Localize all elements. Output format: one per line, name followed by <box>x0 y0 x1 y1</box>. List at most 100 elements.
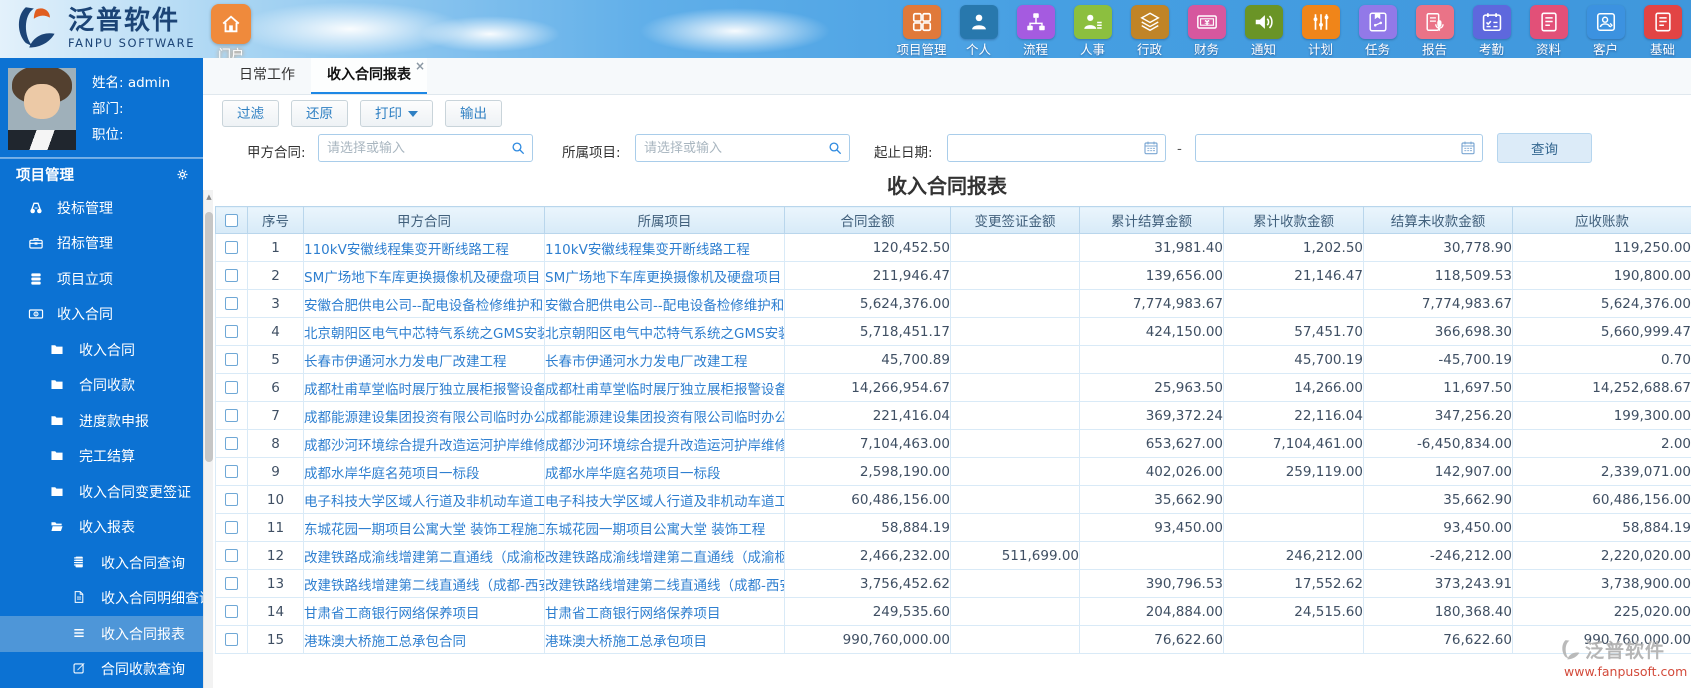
cell-amount <box>1079 345 1224 374</box>
module-workflow-button[interactable]: 流程 <box>1007 0 1064 58</box>
print-button[interactable]: 打印 <box>360 100 433 127</box>
cell-project[interactable]: 110kV安徽线程集变开断线路工程 <box>544 233 785 262</box>
gear-icon[interactable] <box>175 167 191 183</box>
sidebar-item-progress-payment[interactable]: 进度款申报 <box>0 403 203 439</box>
module-project-mgmt-button[interactable]: 项目管理 <box>893 0 950 58</box>
tab-income-contract-report[interactable]: 收入合同报表 × <box>311 58 427 94</box>
cell-amount: 5,718,451.17 <box>784 317 951 346</box>
row-checkbox[interactable] <box>225 241 238 254</box>
module-docs-button[interactable]: 资料 <box>1520 0 1577 58</box>
project-label: 所属项目: <box>562 145 621 161</box>
cell-project[interactable]: 安徽合肥供电公司--配电设备检修维护和改造 <box>544 289 785 318</box>
search-icon[interactable] <box>827 140 843 156</box>
row-checkbox[interactable] <box>225 493 238 506</box>
module-base-button[interactable]: 基础 <box>1634 0 1691 58</box>
cell-project[interactable]: 成都水岸华庭名苑项目一标段 <box>544 457 785 486</box>
cell-project[interactable]: 北京朝阳区电气中芯特气系统之GMS安装 <box>544 317 785 346</box>
row-checkbox[interactable] <box>225 577 238 590</box>
close-icon[interactable]: × <box>415 60 425 72</box>
party-contract-input[interactable] <box>318 134 533 162</box>
sidebar-item-income-contract[interactable]: 0 收入合同 <box>0 297 203 333</box>
cell-party-contract[interactable]: SM广场地下车库更换摄像机及硬盘项目 <box>303 261 545 290</box>
row-checkbox[interactable] <box>225 633 238 646</box>
row-checkbox[interactable] <box>225 549 238 562</box>
cell-party-contract[interactable]: 长春市伊通河水力发电厂改建工程 <box>303 345 545 374</box>
row-checkbox[interactable] <box>225 269 238 282</box>
sidebar-item-contract-receipt[interactable]: 合同收款 <box>0 368 203 404</box>
sidebar-item-contract-change-visa[interactable]: 收入合同变更签证 <box>0 474 203 510</box>
module-admin-button[interactable]: 行政 <box>1121 0 1178 58</box>
module-personal-button[interactable]: 个人 <box>950 0 1007 58</box>
row-checkbox[interactable] <box>225 325 238 338</box>
project-input[interactable] <box>635 134 850 162</box>
cell-party-contract[interactable]: 北京朝阳区电气中芯特气系统之GMS安装 <box>303 317 545 346</box>
cell-amount: -6,450,834.00 <box>1363 429 1513 458</box>
sidebar-item-contract-receipt-query[interactable]: 合同收款查询 <box>0 652 203 688</box>
scrollbar-thumb[interactable] <box>205 212 213 462</box>
cell-party-contract[interactable]: 改建铁路成渝线增建第二直通线（成渝枢纽） <box>303 541 545 570</box>
cell-project[interactable]: 甘肃省工商银行网络保养项目 <box>544 597 785 626</box>
sidebar-item-income-contract-report[interactable]: 收入合同报表 <box>0 616 203 652</box>
row-checkbox[interactable] <box>225 605 238 618</box>
cell-project[interactable]: 电子科技大学区域人行道及非机动车道工程施工 <box>544 485 785 514</box>
export-button[interactable]: 输出 <box>445 100 502 127</box>
cell-party-contract[interactable]: 成都能源建设集团投资有限公司临时办公场所 <box>303 401 545 430</box>
cell-party-contract[interactable]: 电子科技大学区域人行道及非机动车道工程施工 <box>303 485 545 514</box>
row-checkbox[interactable] <box>225 437 238 450</box>
cell-party-contract[interactable]: 110kV安徽线程集变开断线路工程 <box>303 233 545 262</box>
calendar-icon[interactable] <box>1460 140 1476 156</box>
cell-party-contract[interactable]: 港珠澳大桥施工总承包合同 <box>303 625 545 654</box>
cell-row-number: 7 <box>247 401 304 430</box>
sidebar-item-income-reports[interactable]: 收入报表 <box>0 510 203 546</box>
sidebar-item-income-contract-query[interactable]: 收入合同查询 <box>0 545 203 581</box>
sidebar-item-income-contract-sub[interactable]: 收入合同 <box>0 332 203 368</box>
module-finance-button[interactable]: ¥ 财务 <box>1178 0 1235 58</box>
module-customer-button[interactable]: 客户 <box>1577 0 1634 58</box>
row-checkbox[interactable] <box>225 353 238 366</box>
cell-party-contract[interactable]: 成都沙河环境综合提升改造运河护岸维修改造 <box>303 429 545 458</box>
row-checkbox[interactable] <box>225 297 238 310</box>
cell-project[interactable]: SM广场地下车库更换摄像机及硬盘项目 <box>544 261 785 290</box>
cell-party-contract[interactable]: 安徽合肥供电公司--配电设备检修维护和改造 <box>303 289 545 318</box>
date-end-input[interactable] <box>1195 134 1483 162</box>
restore-button[interactable]: 还原 <box>291 100 348 127</box>
portal-button[interactable]: 门户 <box>208 3 254 58</box>
filter-button[interactable]: 过滤 <box>222 100 279 127</box>
cell-project[interactable]: 长春市伊通河水力发电厂改建工程 <box>544 345 785 374</box>
search-icon[interactable] <box>510 140 526 156</box>
select-all-checkbox[interactable] <box>225 213 238 227</box>
module-notice-button[interactable]: 通知 <box>1235 0 1292 58</box>
cell-project[interactable]: 成都杜甫草堂临时展厅独立展柜报警设备安装 <box>544 373 785 402</box>
cell-party-contract[interactable]: 改建铁路线增建第二线直通线（成都-西安）白 <box>303 569 545 598</box>
row-checkbox[interactable] <box>225 465 238 478</box>
cell-party-contract[interactable]: 甘肃省工商银行网络保养项目 <box>303 597 545 626</box>
cell-amount: 347,256.20 <box>1363 401 1513 430</box>
row-checkbox[interactable] <box>225 409 238 422</box>
cell-project[interactable]: 东城花园一期项目公寓大堂 装饰工程 <box>544 513 785 542</box>
module-task-button[interactable]: 任务 <box>1349 0 1406 58</box>
sidebar-item-bid-mgmt[interactable]: 投标管理 <box>0 190 203 226</box>
scrollbar-up-arrow[interactable]: ▲ <box>204 190 214 204</box>
sidebar-item-income-contract-detail-query[interactable]: 收入合同明细查询 <box>0 581 203 617</box>
cell-party-contract[interactable]: 成都杜甫草堂临时展厅独立展柜报警设备安装 <box>303 373 545 402</box>
cell-project[interactable]: 港珠澳大桥施工总承包项目 <box>544 625 785 654</box>
row-checkbox[interactable] <box>225 521 238 534</box>
cell-project[interactable]: 成都沙河环境综合提升改造运河护岸维修改造 <box>544 429 785 458</box>
cell-party-contract[interactable]: 东城花园一期项目公寓大堂 装饰工程施工 <box>303 513 545 542</box>
cell-party-contract[interactable]: 成都水岸华庭名苑项目一标段 <box>303 457 545 486</box>
cell-project[interactable]: 成都能源建设集团投资有限公司临时办公场所 <box>544 401 785 430</box>
module-hr-button[interactable]: 人事 <box>1064 0 1121 58</box>
query-button[interactable]: 查询 <box>1497 133 1592 163</box>
module-plan-button[interactable]: 计划 <box>1292 0 1349 58</box>
sidebar-item-completion-settlement[interactable]: 完工结算 <box>0 439 203 475</box>
date-start-input[interactable] <box>947 134 1166 162</box>
row-checkbox[interactable] <box>225 381 238 394</box>
module-attendance-button[interactable]: 考勤 <box>1463 0 1520 58</box>
cell-project[interactable]: 改建铁路线增建第二线直通线（成都-西安）白 <box>544 569 785 598</box>
calendar-icon[interactable] <box>1143 140 1159 156</box>
module-report-button[interactable]: 报告 <box>1406 0 1463 58</box>
sidebar-item-project-initiation[interactable]: 项目立项 <box>0 261 203 297</box>
cell-project[interactable]: 改建铁路成渝线增建第二直通线（成渝枢纽） <box>544 541 785 570</box>
tab-daily-work[interactable]: 日常工作 <box>223 58 311 94</box>
sidebar-item-tender-mgmt[interactable]: 招标管理 <box>0 226 203 262</box>
